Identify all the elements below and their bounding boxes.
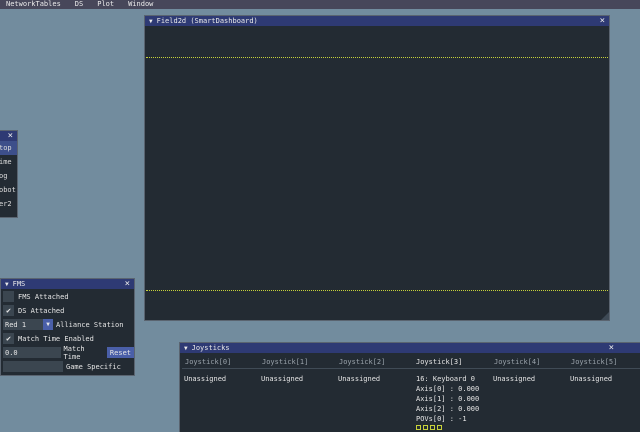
left-panel-item[interactable]: og <box>0 169 17 183</box>
header-divider <box>182 368 640 369</box>
button-indicator-icon <box>437 425 442 430</box>
joysticks-title: Joysticks <box>191 344 230 352</box>
menu-bar: NetworkTables DS Plot Window <box>0 0 640 9</box>
left-panel-window: × top ime og obot er2 <box>0 130 18 218</box>
joystick-column-header[interactable]: Joystick[1] <box>262 358 308 366</box>
joystick-3-status: 16: Keyboard 0 Axis[0] : 0.000 Axis[1] :… <box>416 374 479 432</box>
fms-attached-label: FMS Attached <box>18 292 69 301</box>
joysticks-titlebar[interactable]: ▼ Joysticks × <box>180 343 640 353</box>
close-icon[interactable]: × <box>125 279 130 289</box>
ds-attached-row: ✔ DS Attached <box>1 304 134 317</box>
field-boundary-top <box>146 57 608 58</box>
menu-window[interactable]: Window <box>128 0 153 9</box>
unassigned-label: Unassigned <box>493 375 536 383</box>
unassigned-label: Unassigned <box>338 375 381 383</box>
joystick-2-status: Unassigned <box>338 374 380 384</box>
close-icon[interactable]: × <box>609 343 614 353</box>
menu-ds[interactable]: DS <box>75 0 83 9</box>
resize-grip-icon[interactable] <box>601 312 609 320</box>
joystick-0-status: Unassigned <box>184 374 226 384</box>
field2d-window: ▼ Field2d (SmartDashboard) × <box>144 15 610 321</box>
collapse-triangle-icon[interactable]: ▼ <box>149 18 153 25</box>
fms-attached-checkbox[interactable] <box>3 291 14 302</box>
fms-window: ▼ FMS × FMS Attached ✔ DS Attached Red 1… <box>0 278 135 376</box>
field-boundary-bottom <box>146 290 608 291</box>
left-panel-item[interactable]: ime <box>0 155 17 169</box>
joystick-5-status: Unassigned <box>570 374 612 384</box>
left-panel-titlebar[interactable]: × <box>0 131 17 141</box>
joystick-1-status: Unassigned <box>261 374 303 384</box>
unassigned-label: Unassigned <box>261 375 304 383</box>
unassigned-label: Unassigned <box>570 375 613 383</box>
match-time-enabled-label: Match Time Enabled <box>18 334 94 343</box>
joystick-columns-header: Joystick[0] Joystick[1] Joystick[2] Joys… <box>180 355 640 369</box>
field2d-titlebar[interactable]: ▼ Field2d (SmartDashboard) × <box>145 16 609 26</box>
alliance-row: Red 1 ▼ Alliance Station <box>1 318 134 331</box>
reset-button[interactable]: Reset <box>106 347 134 358</box>
unassigned-label: Unassigned <box>184 375 227 383</box>
joystick-buttons <box>416 425 479 432</box>
fms-attached-row: FMS Attached <box>1 290 134 303</box>
joystick-column-header[interactable]: Joystick[0] <box>185 358 231 366</box>
alliance-station-select[interactable]: Red 1 ▼ <box>3 319 53 330</box>
game-specific-label: Game Specific <box>66 362 121 371</box>
collapse-triangle-icon[interactable]: ▼ <box>5 281 9 288</box>
ds-attached-label: DS Attached <box>18 306 65 315</box>
button-indicator-icon <box>423 425 428 430</box>
left-panel-item[interactable]: er2 <box>0 197 17 211</box>
fms-titlebar[interactable]: ▼ FMS × <box>1 279 134 289</box>
joystick-column-header[interactable]: Joystick[5] <box>571 358 617 366</box>
game-specific-input[interactable] <box>3 361 63 372</box>
pov-0-value: POVs[0] : -1 <box>416 415 467 423</box>
joysticks-window: ▼ Joysticks × Joystick[0] Joystick[1] Jo… <box>179 342 640 432</box>
match-time-enabled-row: ✔ Match Time Enabled <box>1 332 134 345</box>
match-time-enabled-checkbox[interactable]: ✔ <box>3 333 14 344</box>
field2d-canvas[interactable] <box>145 26 609 320</box>
collapse-triangle-icon[interactable]: ▼ <box>184 345 188 352</box>
axis-1-value: Axis[1] : 0.000 <box>416 395 480 403</box>
close-icon[interactable]: × <box>600 16 605 26</box>
axis-0-value: Axis[0] : 0.000 <box>416 385 480 393</box>
alliance-station-label: Alliance Station <box>56 320 124 329</box>
button-indicator-icon <box>416 425 421 430</box>
joystick-column-header[interactable]: Joystick[3] <box>416 358 462 366</box>
match-time-label: Match Time <box>63 344 85 361</box>
field2d-title: Field2d (SmartDashboard) <box>156 17 258 25</box>
close-icon[interactable]: × <box>8 131 13 141</box>
chevron-down-icon[interactable]: ▼ <box>43 319 53 330</box>
joystick-4-status: Unassigned <box>493 374 535 384</box>
button-indicator-icon <box>430 425 435 430</box>
left-panel-item[interactable]: obot <box>0 183 17 197</box>
joystick-column-header[interactable]: Joystick[2] <box>339 358 385 366</box>
match-time-input[interactable]: 0.0 <box>3 347 61 358</box>
fms-title: FMS <box>12 280 26 288</box>
game-specific-row: Game Specific <box>1 360 134 373</box>
joystick-device-name[interactable]: 16: Keyboard 0 <box>416 374 479 384</box>
ds-attached-checkbox[interactable]: ✔ <box>3 305 14 316</box>
menu-plot[interactable]: Plot <box>97 0 114 9</box>
joystick-column-header[interactable]: Joystick[4] <box>494 358 540 366</box>
left-panel-item[interactable]: top <box>0 141 17 155</box>
match-time-row: 0.0 Match Time Reset <box>1 344 134 361</box>
menu-networktables[interactable]: NetworkTables <box>6 0 61 9</box>
axis-2-value: Axis[2] : 0.000 <box>416 405 480 413</box>
alliance-station-value: Red 1 <box>5 320 27 329</box>
